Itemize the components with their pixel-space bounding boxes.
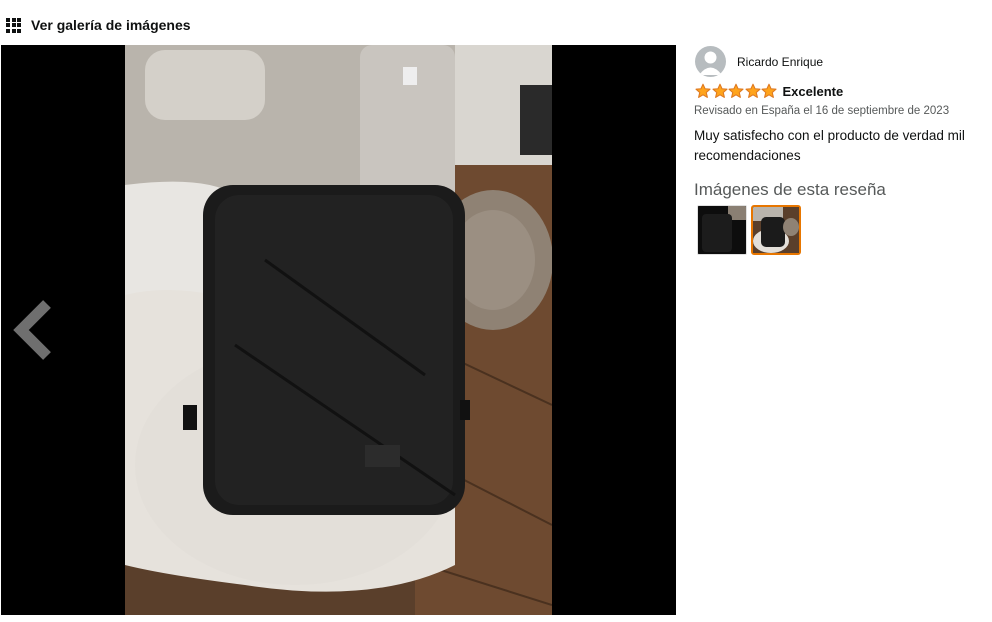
star-icon	[711, 83, 728, 98]
star-icon	[728, 83, 744, 98]
star-icon	[744, 83, 761, 98]
grid-icon	[6, 17, 21, 33]
user-icon	[699, 51, 722, 75]
review-body: Muy satisfecho con el producto de verdad…	[694, 128, 965, 163]
chevron-left-icon	[13, 300, 51, 360]
view-gallery-link[interactable]: Ver galería de imágenes	[6, 14, 191, 36]
reviewer-info[interactable]: Ricardo Enrique	[695, 46, 823, 77]
review-thumbnails	[697, 205, 801, 255]
reviewer-name: Ricardo Enrique	[737, 54, 824, 69]
star-rating[interactable]	[695, 83, 778, 99]
rating-row: Excelente	[695, 83, 843, 99]
review-images-heading: Imágenes de esta reseña	[694, 180, 886, 199]
image-viewer	[1, 45, 676, 615]
star-icon	[695, 83, 711, 98]
review-thumbnail-selected[interactable]	[751, 205, 801, 255]
previous-image-button[interactable]	[11, 300, 57, 360]
review-thumbnail[interactable]	[697, 205, 747, 255]
view-gallery-label: Ver galería de imágenes	[31, 17, 191, 33]
star-icon	[761, 83, 777, 98]
review-photo	[125, 45, 552, 615]
review-date: Revisado en España el 16 de septiembre d…	[694, 105, 950, 117]
avatar	[695, 46, 726, 77]
review-title[interactable]: Excelente	[783, 84, 844, 99]
